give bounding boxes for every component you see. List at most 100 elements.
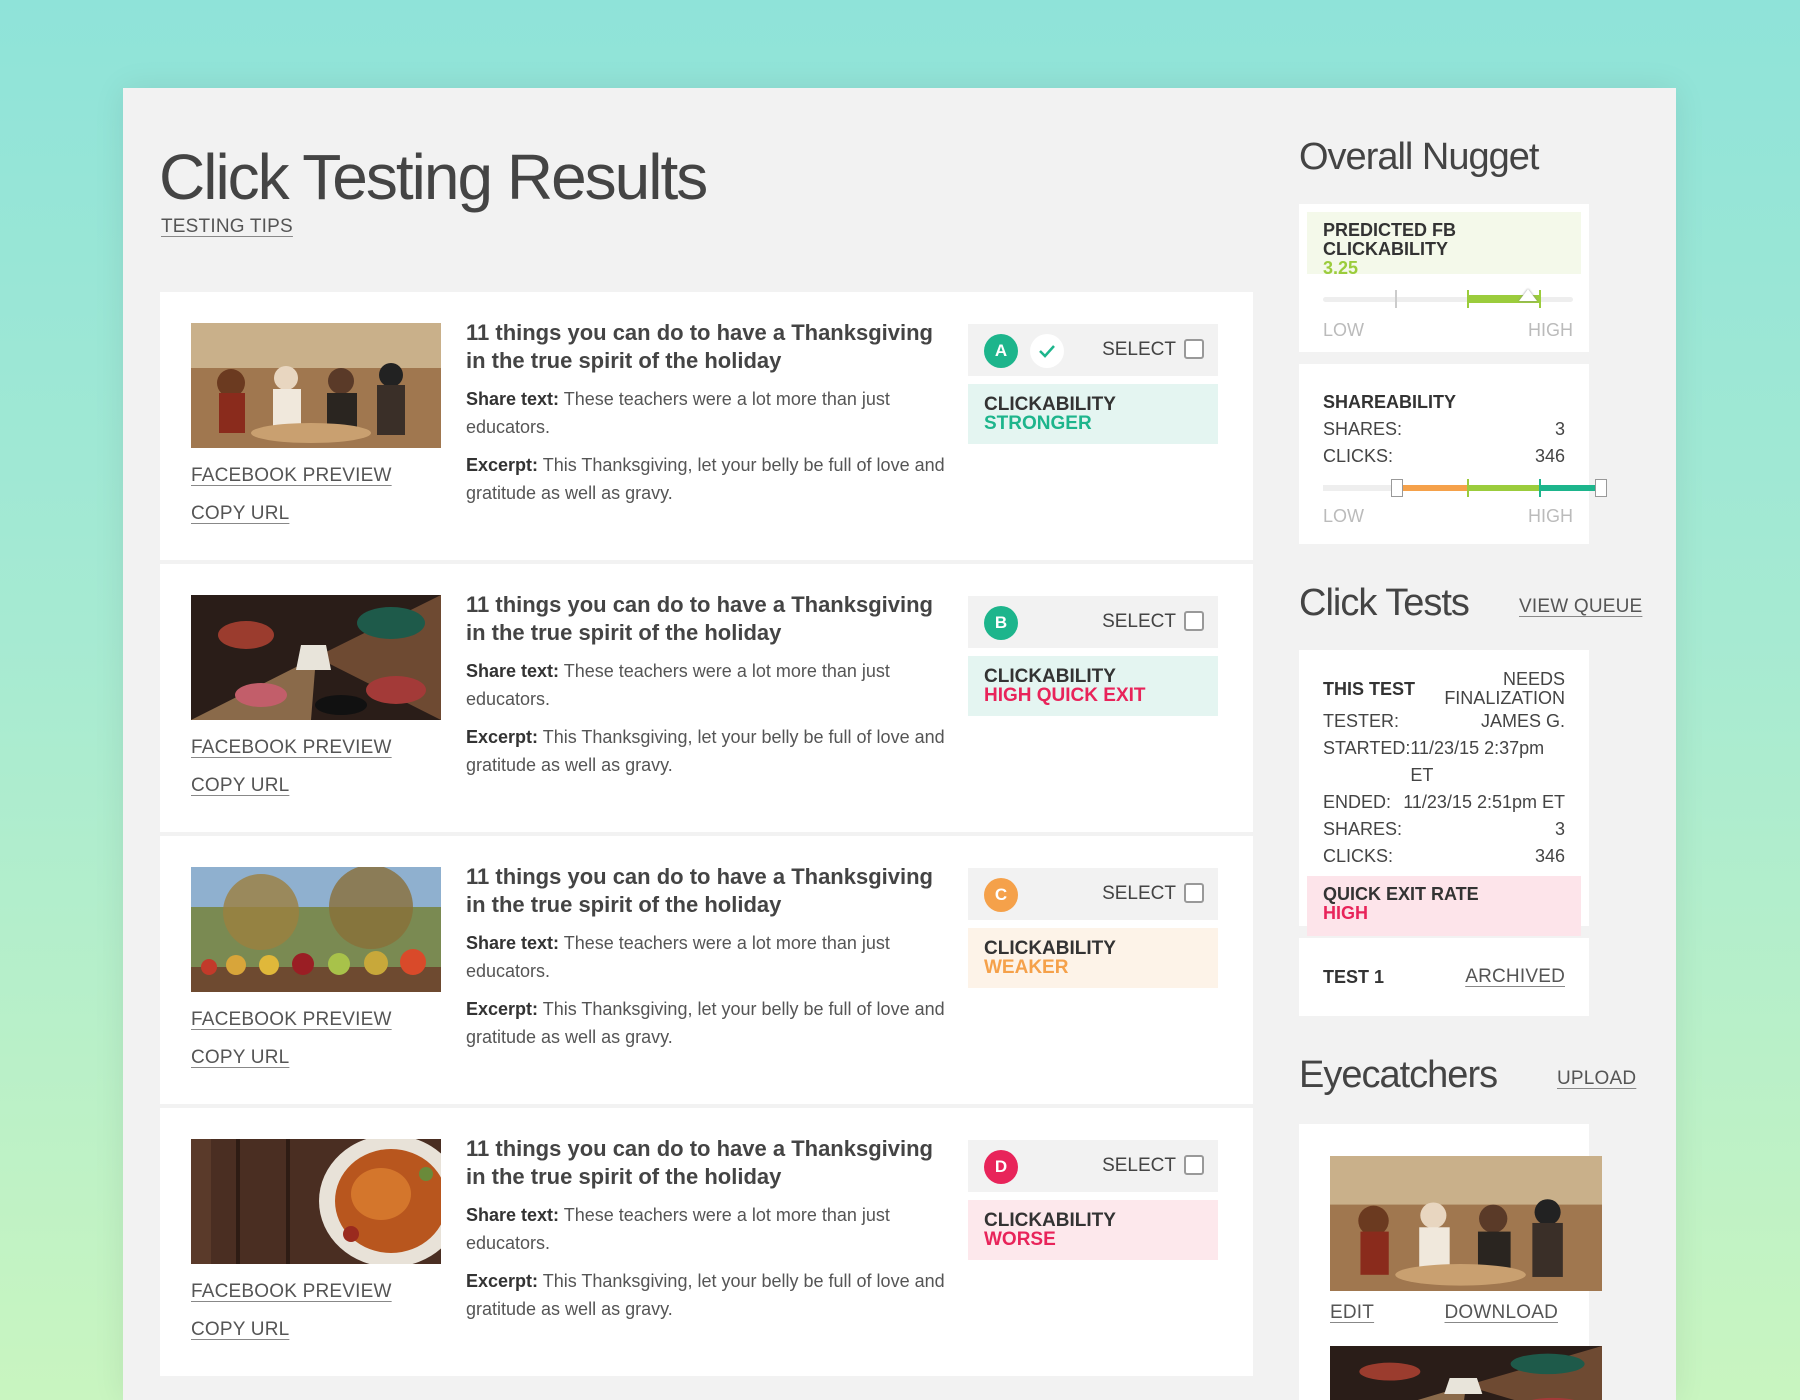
- quick-exit-label: QUICK EXIT RATE: [1323, 884, 1479, 904]
- variant-letter-badge: C: [984, 878, 1018, 912]
- eyecatcher-image-1[interactable]: [1330, 1156, 1602, 1291]
- select-label: SELECT: [1102, 883, 1176, 904]
- range-end-handle[interactable]: [1595, 479, 1607, 497]
- shareability-card: SHAREABILITY SHARES: 3 CLICKS: 346 LOW HIG…: [1299, 364, 1607, 544]
- select-row: B SELECT: [968, 596, 1218, 648]
- predicted-high-label: HIGH: [1528, 320, 1573, 340]
- clickability-box: CLICKABILITY STRONGER: [968, 384, 1218, 444]
- variant-card-b: FACEBOOK PREVIEW COPY URL 11 things you …: [160, 564, 1253, 832]
- range-start-handle[interactable]: [1391, 479, 1403, 497]
- predicted-slider[interactable]: [1323, 284, 1573, 314]
- share-low-label: LOW: [1323, 506, 1365, 526]
- overall-nugget-heading: Overall Nugget: [1299, 136, 1539, 178]
- variant-headline: 11 things you can do to have a Thanksgiv…: [466, 864, 933, 917]
- ended-row: ENDED: 11/23/15 2:51pm ET: [1323, 792, 1565, 812]
- select-label: SELECT: [1102, 611, 1176, 632]
- facebook-preview-link[interactable]: FACEBOOK PREVIEW: [191, 1281, 392, 1303]
- copy-url-link[interactable]: COPY URL: [191, 1047, 289, 1069]
- clickability-box: CLICKABILITY WEAKER: [968, 928, 1218, 988]
- clickability-value: WORSE: [984, 1229, 1056, 1250]
- clickability-value: WEAKER: [984, 957, 1069, 978]
- clickability-label: CLICKABILITY: [984, 938, 1116, 959]
- predicted-clickability-pill: PREDICTED FB CLICKABILITY 3.25: [1307, 212, 1581, 278]
- test-shares-row: SHARES: 3: [1323, 819, 1565, 839]
- variant-headline: 11 things you can do to have a Thanksgiv…: [466, 1136, 933, 1189]
- started-row: STARTED: 11/23/15 2:37pm ET: [1323, 738, 1545, 785]
- variant-excerpt: Excerpt: This Thanksgiving, let your bel…: [466, 455, 945, 503]
- page-title: Click Testing Results: [159, 141, 708, 213]
- shareability-label: SHAREABILITY: [1323, 392, 1457, 412]
- clicks-row: CLICKS: 346: [1323, 446, 1565, 466]
- testing-tips-link[interactable]: TESTING TIPS: [161, 216, 293, 238]
- clickability-label: CLICKABILITY: [984, 666, 1116, 687]
- variant-headline: 11 things you can do to have a Thanksgiv…: [466, 320, 933, 373]
- select-row: C SELECT: [968, 868, 1218, 920]
- predicted-low-label: LOW: [1323, 320, 1365, 340]
- select-row: D SELECT: [968, 1140, 1218, 1192]
- facebook-preview-link[interactable]: FACEBOOK PREVIEW: [191, 465, 392, 487]
- quick-exit-value: HIGH: [1323, 903, 1368, 923]
- slider-marker-icon: [1519, 289, 1537, 301]
- variant-letter-badge: A: [984, 334, 1018, 368]
- copy-url-link[interactable]: COPY URL: [191, 775, 289, 797]
- this-test-card: THIS TEST NEEDS FINALIZATION TESTER: JAME…: [1299, 650, 1589, 936]
- variant-card-d: FACEBOOK PREVIEW COPY URL 11 things you …: [160, 1108, 1253, 1376]
- variant-thumbnail[interactable]: [191, 1139, 441, 1264]
- check-icon: [1030, 334, 1064, 368]
- edit-link[interactable]: EDIT: [1330, 1302, 1374, 1324]
- this-test-label: THIS TEST: [1323, 678, 1416, 699]
- select-label: SELECT: [1102, 1155, 1176, 1176]
- predicted-label: PREDICTED FB CLICKABILITY: [1323, 220, 1457, 259]
- variant-thumbnail[interactable]: [191, 323, 441, 448]
- facebook-preview-link[interactable]: FACEBOOK PREVIEW: [191, 1009, 392, 1031]
- variant-excerpt: Excerpt: This Thanksgiving, let your bel…: [466, 1271, 945, 1319]
- view-queue-link[interactable]: VIEW QUEUE: [1519, 596, 1642, 618]
- variant-thumbnail[interactable]: [191, 595, 441, 720]
- clickability-label: CLICKABILITY: [984, 394, 1116, 415]
- quick-exit-pill: QUICK EXIT RATE HIGH: [1307, 876, 1581, 936]
- variant-letter-badge: B: [984, 606, 1018, 640]
- test1-label: TEST 1: [1323, 966, 1385, 987]
- tester-row: TESTER: JAMES G.: [1323, 711, 1565, 731]
- clickability-value: HIGH QUICK EXIT: [984, 685, 1146, 706]
- copy-url-link[interactable]: COPY URL: [191, 1319, 289, 1341]
- clickability-value: STRONGER: [984, 413, 1092, 434]
- variant-thumbnail[interactable]: [191, 867, 441, 992]
- select-label: SELECT: [1102, 339, 1176, 360]
- select-checkbox[interactable]: [1184, 339, 1204, 359]
- variant-share-text: Share text: These teachers were a lot mo…: [466, 661, 890, 709]
- select-checkbox[interactable]: [1184, 883, 1204, 903]
- eyecatcher-image-2[interactable]: [1330, 1346, 1602, 1400]
- select-row: A SELECT: [968, 324, 1218, 376]
- variant-share-text: Share text: These teachers were a lot mo…: [466, 1205, 890, 1253]
- clickability-label: CLICKABILITY: [984, 1210, 1116, 1231]
- variant-letter-badge: D: [984, 1150, 1018, 1184]
- test-clicks-row: CLICKS: 346: [1323, 846, 1565, 866]
- variant-card-a: FACEBOOK PREVIEW COPY URL 11 things you …: [160, 292, 1253, 560]
- share-high-label: HIGH: [1528, 506, 1573, 526]
- eyecatchers-heading: Eyecatchers: [1299, 1054, 1498, 1096]
- predicted-clickability-card: PREDICTED FB CLICKABILITY 3.25 LOW HIGH: [1299, 204, 1589, 352]
- archived-link[interactable]: ARCHIVED: [1465, 966, 1565, 988]
- test-status: NEEDS FINALIZATION: [1444, 669, 1565, 708]
- predicted-value: 3.25: [1323, 258, 1359, 278]
- select-checkbox[interactable]: [1184, 611, 1204, 631]
- variant-share-text: Share text: These teachers were a lot mo…: [466, 933, 890, 981]
- main-panel: Click Testing Results TESTING TIPS FACEB…: [123, 88, 1676, 1400]
- shares-row: SHARES: 3: [1323, 419, 1565, 439]
- facebook-preview-link[interactable]: FACEBOOK PREVIEW: [191, 737, 392, 759]
- clickability-box: CLICKABILITY HIGH QUICK EXIT: [968, 656, 1218, 716]
- download-link[interactable]: DOWNLOAD: [1445, 1302, 1559, 1324]
- upload-link[interactable]: UPLOAD: [1557, 1068, 1636, 1090]
- variant-headline: 11 things you can do to have a Thanksgiv…: [466, 592, 933, 645]
- clickability-box: CLICKABILITY WORSE: [968, 1200, 1218, 1260]
- variant-card-c: FACEBOOK PREVIEW COPY URL 11 things you …: [160, 836, 1253, 1104]
- shareability-slider[interactable]: [1323, 474, 1607, 504]
- click-tests-heading: Click Tests: [1299, 582, 1470, 624]
- variant-excerpt: Excerpt: This Thanksgiving, let your bel…: [466, 727, 945, 775]
- variant-excerpt: Excerpt: This Thanksgiving, let your bel…: [466, 999, 945, 1047]
- select-checkbox[interactable]: [1184, 1155, 1204, 1175]
- test1-card[interactable]: TEST 1 ARCHIVED: [1299, 938, 1589, 1016]
- eyecatcher-card: EDIT DOWNLOAD: [1299, 1124, 1602, 1400]
- copy-url-link[interactable]: COPY URL: [191, 503, 289, 525]
